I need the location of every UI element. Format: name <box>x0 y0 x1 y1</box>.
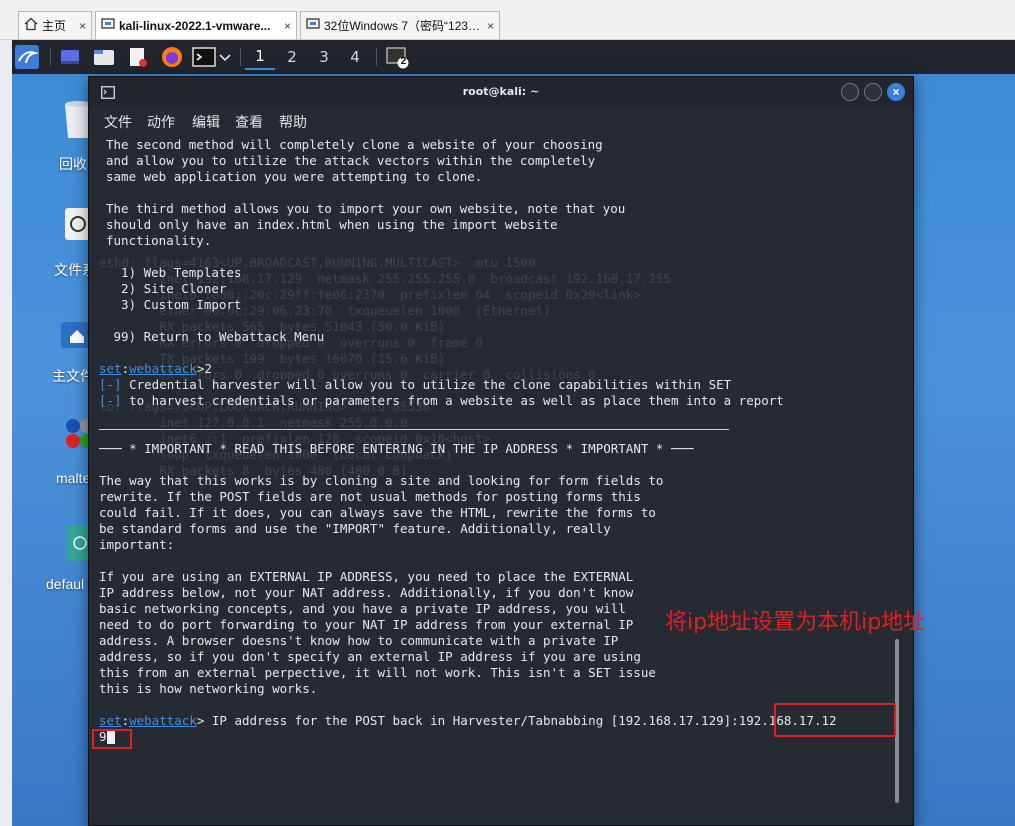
tab-kali-vm-label: kali-linux-2022.1-vmware... <box>119 18 271 33</box>
tab-kali-vm[interactable]: kali-linux-2022.1-vmware... × <box>95 11 297 39</box>
menu-help[interactable]: 帮助 <box>279 112 307 132</box>
minimize-button[interactable] <box>841 83 859 101</box>
tab-home[interactable]: 主页 × <box>18 11 92 39</box>
taskbar-badge: 2 <box>400 56 407 67</box>
output-line: same web application you were attempting… <box>106 169 483 184</box>
info-text: Credential harvester will allow you to u… <box>121 377 732 392</box>
prompt-colon: : <box>121 361 130 376</box>
info-tag: [-] <box>99 377 122 392</box>
output-line: IP address below, not your NAT address. … <box>99 585 634 600</box>
annotation-text: 将ip地址设置为本机ip地址 <box>665 610 926 635</box>
tab-win7-vm-label: 32位Windows 7（密码“1234... <box>324 19 483 33</box>
output-line: this from an external perpective, it wil… <box>99 665 656 680</box>
output-line: be standard forms and use the "IMPORT" f… <box>99 521 611 536</box>
annotation-highlight-box <box>774 703 896 737</box>
desktop-icon-label: 回收 <box>59 156 87 172</box>
output-line: important: <box>99 537 175 552</box>
taskbar-terminal-icon[interactable]: 2 <box>386 45 410 69</box>
output-line: this is how networking works. <box>99 681 318 696</box>
output-line: and allow you to utilize the attack vect… <box>106 153 596 168</box>
vm-icon <box>101 17 115 34</box>
output-line: If you are using an EXTERNAL IP ADDRESS,… <box>99 569 634 584</box>
output-line: rewrite. If the POST fields are not usua… <box>99 489 641 504</box>
prompt-set: set <box>99 713 122 728</box>
workspace-4[interactable]: 4 <box>340 44 370 70</box>
output-line: The second method will completely clone … <box>106 137 603 152</box>
output-line: address, so if you don't specify an exte… <box>99 649 641 664</box>
info-tag: [-] <box>99 393 122 408</box>
divider <box>99 429 729 430</box>
annotation-highlight-box <box>92 729 132 749</box>
output-line: need to do port forwarding to your NAT I… <box>99 617 634 632</box>
info-line: [-] to harvest credentials or parameters… <box>99 393 784 409</box>
menu-edit[interactable]: 编辑 <box>192 112 220 132</box>
text-editor-icon[interactable] <box>126 45 150 69</box>
menu-option: 3) Custom Import <box>106 297 242 312</box>
vm-icon <box>306 17 320 34</box>
tab-win7-vm-close-icon[interactable]: × <box>487 19 494 33</box>
output-line: functionality. <box>106 233 212 248</box>
file-manager-icon[interactable] <box>92 45 116 69</box>
workspace-1[interactable]: 1 <box>245 44 275 70</box>
panel-separator <box>376 48 377 66</box>
workspace-2[interactable]: 2 <box>277 44 307 70</box>
menu-view[interactable]: 查看 <box>235 112 263 132</box>
prompt-module: webattack <box>129 361 197 376</box>
ip-prompt-line: set:webattack> IP address for the POST b… <box>99 713 837 729</box>
desktop-icon-label: malte <box>56 470 91 486</box>
output-line: should only have an index.html when usin… <box>106 217 558 232</box>
menu-option: 99) Return to Webattack Menu <box>106 329 325 344</box>
output-line: The way that this works is by cloning a … <box>99 473 664 488</box>
close-button[interactable]: × <box>887 83 905 101</box>
menu-file[interactable]: 文件 <box>104 112 132 132</box>
prompt-set: set <box>99 361 122 376</box>
output-line: could fail. If it does, you can always s… <box>99 505 656 520</box>
prompt-module: webattack <box>129 713 197 728</box>
prompt-input: >2 <box>196 361 212 376</box>
panel-separator <box>50 48 51 66</box>
tab-home-close-icon[interactable]: × <box>79 19 86 33</box>
desktop-icon-label: defaul <box>46 576 85 592</box>
info-line: [-] Credential harvester will allow you … <box>99 377 731 393</box>
menu-option: 1) Web Templates <box>106 265 242 280</box>
home-icon <box>24 17 38 34</box>
kali-top-panel: 1 2 3 4 2 <box>12 40 1015 74</box>
chevron-down-icon[interactable] <box>218 45 232 69</box>
info-text: to harvest credentials or parameters fro… <box>121 393 784 408</box>
menu-action[interactable]: 动作 <box>147 112 175 132</box>
tab-home-label: 主页 <box>42 19 67 33</box>
terminal-menubar: 文件 动作 编辑 查看 帮助 <box>89 107 913 133</box>
terminal-titlebar[interactable]: root@kali: ~ × <box>89 77 913 107</box>
output-line: The third method allows you to import yo… <box>106 201 626 216</box>
prompt-colon: : <box>121 713 130 728</box>
menu-option: 2) Site Cloner <box>106 281 227 296</box>
tab-win7-vm[interactable]: 32位Windows 7（密码“1234... × <box>300 11 500 39</box>
panel-separator <box>240 48 241 66</box>
output-line: basic networking concepts, and you have … <box>99 601 626 616</box>
workspace-3[interactable]: 3 <box>309 44 339 70</box>
prompt-line: set:webattack>2 <box>99 361 212 377</box>
important-banner: ─── * IMPORTANT * READ THIS BEFORE ENTER… <box>99 441 694 456</box>
show-desktop-icon[interactable] <box>58 45 82 69</box>
vm-tab-strip: 主页 × kali-linux-2022.1-vmware... × 32位Wi… <box>0 0 1015 40</box>
prompt-text: > IP address for the POST back in Harves… <box>196 713 739 728</box>
firefox-icon[interactable] <box>160 45 184 69</box>
kali-menu-icon[interactable] <box>15 45 39 69</box>
output-line: address. A browser doesns't know how to … <box>99 633 619 648</box>
tab-kali-vm-close-icon[interactable]: × <box>284 19 291 33</box>
terminal-launcher-icon[interactable] <box>192 45 216 69</box>
maximize-button[interactable] <box>864 83 882 101</box>
terminal-title: root@kali: ~ <box>462 85 540 98</box>
